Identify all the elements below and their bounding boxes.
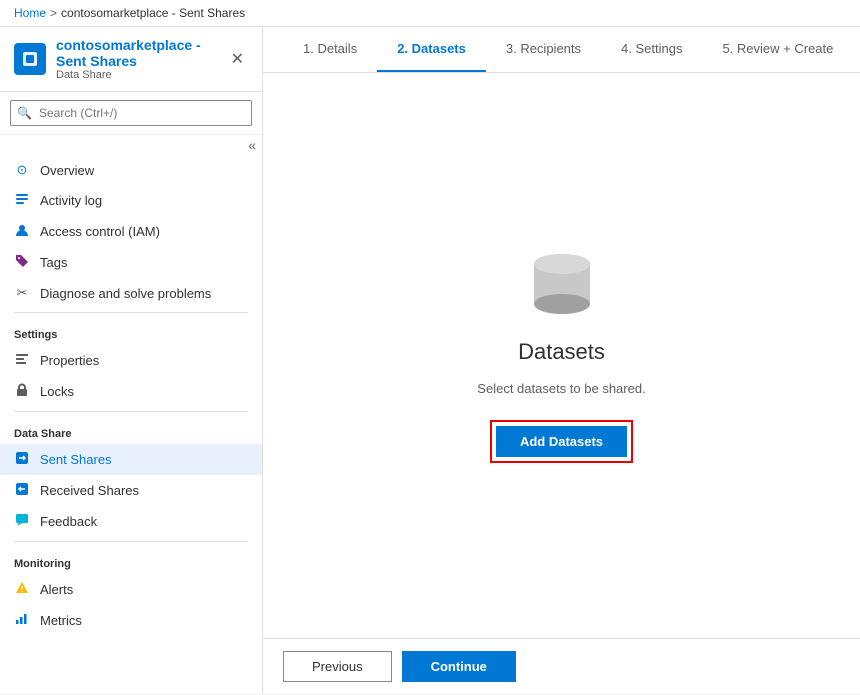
content-area: 1. Details 2. Datasets 3. Recipients 4. … xyxy=(263,27,860,694)
content-footer: Previous Continue xyxy=(263,638,860,694)
datasets-title: Datasets xyxy=(518,339,605,365)
breadcrumb-separator: > xyxy=(50,6,57,20)
datasets-icon xyxy=(530,248,594,323)
divider-settings xyxy=(14,312,248,313)
nav-label-tags: Tags xyxy=(40,255,67,270)
nav-item-received-shares[interactable]: Received Shares xyxy=(0,475,262,506)
add-datasets-btn-wrapper: Add Datasets xyxy=(490,420,633,463)
metrics-icon xyxy=(14,612,30,629)
nav-label-access-control: Access control (IAM) xyxy=(40,224,160,239)
sidebar-collapse-control[interactable]: « xyxy=(0,135,262,155)
sidebar-search-container: 🔍 xyxy=(0,92,262,135)
nav-label-activity-log: Activity log xyxy=(40,193,102,208)
content-body: Datasets Select datasets to be shared. A… xyxy=(263,73,860,638)
breadcrumb-home[interactable]: Home xyxy=(14,6,46,20)
search-input[interactable] xyxy=(10,100,252,126)
properties-icon xyxy=(14,352,30,369)
alerts-icon xyxy=(14,581,30,598)
wizard-tabs: 1. Details 2. Datasets 3. Recipients 4. … xyxy=(263,27,860,73)
nav-item-properties[interactable]: Properties xyxy=(0,345,262,376)
sidebar-title-group: contosomarketplace - Sent Shares Data Sh… xyxy=(56,37,217,81)
tab-recipients[interactable]: 3. Recipients xyxy=(486,27,601,72)
previous-button[interactable]: Previous xyxy=(283,651,392,682)
activity-log-icon xyxy=(14,192,30,209)
nav-item-tags[interactable]: Tags xyxy=(0,247,262,278)
tab-review-create[interactable]: 5. Review + Create xyxy=(702,27,853,72)
datasets-subtitle: Select datasets to be shared. xyxy=(477,381,645,396)
sidebar: contosomarketplace - Sent Shares Data Sh… xyxy=(0,27,263,694)
breadcrumb-current: contosomarketplace - Sent Shares xyxy=(61,6,245,20)
nav-item-diagnose[interactable]: ✂ Diagnose and solve problems xyxy=(0,278,262,308)
nav-item-alerts[interactable]: Alerts xyxy=(0,574,262,605)
wizard-close-icon[interactable]: ✕ xyxy=(853,32,860,68)
breadcrumb: Home > contosomarketplace - Sent Shares xyxy=(0,0,860,27)
received-shares-icon xyxy=(14,482,30,499)
nav-label-diagnose: Diagnose and solve problems xyxy=(40,286,211,301)
sidebar-close-icon[interactable]: ✕ xyxy=(227,45,248,73)
tab-settings[interactable]: 4. Settings xyxy=(601,27,702,72)
nav-label-received-shares: Received Shares xyxy=(40,483,139,498)
nav-item-locks[interactable]: Locks xyxy=(0,376,262,407)
monitoring-section-label: Monitoring xyxy=(0,546,262,574)
overview-icon: ⊙ xyxy=(14,162,30,178)
nav-label-properties: Properties xyxy=(40,353,99,368)
datashare-section-label: Data Share xyxy=(0,416,262,444)
app-icon xyxy=(14,43,46,75)
tags-icon xyxy=(14,254,30,271)
locks-icon xyxy=(14,383,30,400)
nav-label-feedback: Feedback xyxy=(40,514,97,529)
nav-label-sent-shares: Sent Shares xyxy=(40,452,112,467)
nav-item-feedback[interactable]: Feedback xyxy=(0,506,262,537)
continue-button[interactable]: Continue xyxy=(402,651,516,682)
sidebar-header: contosomarketplace - Sent Shares Data Sh… xyxy=(0,27,262,92)
nav-item-metrics[interactable]: Metrics xyxy=(0,605,262,636)
divider-datashare xyxy=(14,411,248,412)
nav-label-locks: Locks xyxy=(40,384,74,399)
search-icon: 🔍 xyxy=(17,106,32,120)
nav-label-overview: Overview xyxy=(40,163,94,178)
tab-details[interactable]: 1. Details xyxy=(283,27,377,72)
nav-item-sent-shares[interactable]: Sent Shares xyxy=(0,444,262,475)
add-datasets-button[interactable]: Add Datasets xyxy=(496,426,627,457)
settings-section-label: Settings xyxy=(0,317,262,345)
feedback-icon xyxy=(14,513,30,530)
nav-label-alerts: Alerts xyxy=(40,582,73,597)
nav-item-access-control[interactable]: Access control (IAM) xyxy=(0,216,262,247)
sidebar-main-title: contosomarketplace - Sent Shares xyxy=(56,37,217,69)
diagnose-icon: ✂ xyxy=(14,285,30,301)
sent-shares-icon xyxy=(14,451,30,468)
tab-datasets[interactable]: 2. Datasets xyxy=(377,27,486,72)
nav-label-metrics: Metrics xyxy=(40,613,82,628)
collapse-icon[interactable]: « xyxy=(248,137,256,153)
access-control-icon xyxy=(14,223,30,240)
nav-item-activity-log[interactable]: Activity log xyxy=(0,185,262,216)
sidebar-subtitle: Data Share xyxy=(56,69,217,81)
nav-item-overview[interactable]: ⊙ Overview xyxy=(0,155,262,185)
divider-monitoring xyxy=(14,541,248,542)
